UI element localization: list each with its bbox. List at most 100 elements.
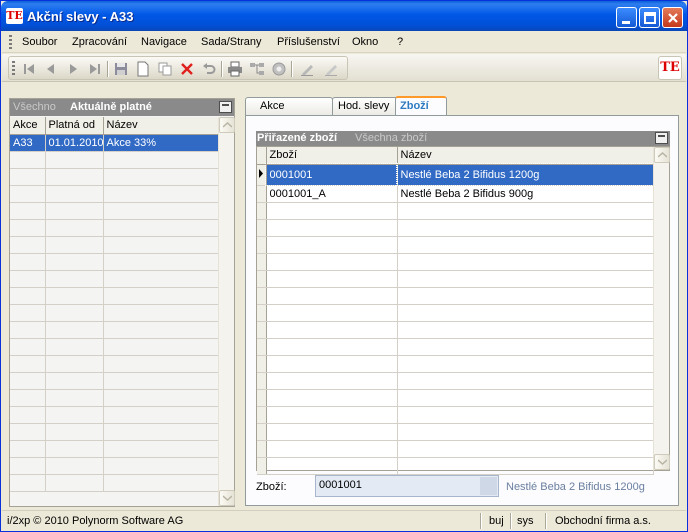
print-icon[interactable] — [227, 61, 243, 77]
empty-row — [10, 423, 219, 441]
column-header[interactable]: Akce — [10, 117, 46, 135]
maximize-button[interactable] — [639, 7, 660, 28]
table-cell — [397, 406, 654, 424]
empty-row — [10, 406, 219, 424]
table-row[interactable]: 0001001_A Nestlé Beba 2 Bifidus 900g — [257, 185, 654, 203]
filter-all-tab[interactable]: Všechno — [13, 101, 56, 113]
tab-zbozi[interactable]: Zboží — [395, 96, 447, 116]
goods-scrollbar[interactable] — [653, 147, 670, 470]
tab-hod-slevy[interactable]: Hod. slevy — [332, 97, 400, 115]
close-button[interactable] — [662, 7, 683, 28]
row-indicator — [257, 423, 267, 441]
row-indicator — [257, 440, 267, 458]
table-cell — [397, 338, 654, 356]
lookup-button[interactable] — [480, 477, 497, 495]
menu-prislusenstvi[interactable]: Příslušenství — [277, 36, 340, 48]
delete-icon[interactable] — [179, 61, 195, 77]
toolbar-grip[interactable] — [12, 61, 15, 75]
filter-current-tab[interactable]: Aktuálně platné — [70, 101, 152, 113]
table-cell — [266, 270, 398, 288]
empty-row — [257, 202, 654, 220]
table-row[interactable]: A33 01.01.2010 Akce 33% — [10, 134, 219, 152]
table-cell[interactable]: 0001001 — [265, 163, 398, 186]
table-cell — [103, 185, 219, 203]
first-icon[interactable] — [21, 61, 37, 77]
app-icon[interactable]: ТЕ — [6, 8, 23, 24]
menu-soubor[interactable]: Soubor — [22, 36, 57, 48]
row-indicator — [257, 236, 267, 254]
refresh-icon[interactable] — [271, 61, 287, 77]
tree-icon[interactable] — [249, 61, 265, 77]
table-cell[interactable]: Nestlé Beba 2 Bifidus 1200g — [396, 163, 654, 186]
empty-row — [10, 474, 219, 492]
left-scrollbar[interactable] — [218, 117, 235, 506]
table-cell — [45, 185, 104, 203]
table-cell — [103, 270, 219, 288]
table-cell[interactable]: 0001001_A — [266, 185, 398, 203]
table-cell — [397, 423, 654, 441]
menu-navigace[interactable]: Navigace — [141, 36, 187, 48]
prev-icon[interactable] — [43, 61, 59, 77]
table-cell — [266, 389, 398, 407]
scroll-up-button[interactable] — [654, 147, 670, 163]
empty-row — [10, 253, 219, 271]
row-indicator — [257, 185, 267, 203]
new-icon[interactable] — [135, 61, 151, 77]
column-header[interactable]: Název — [397, 147, 654, 165]
panel-menu-icon[interactable] — [219, 101, 232, 113]
table-cell — [397, 202, 654, 220]
table-cell — [103, 151, 219, 169]
table-header-row: Zboží Název — [257, 147, 654, 165]
row-indicator — [257, 372, 267, 390]
table-cell — [45, 389, 104, 407]
table-cell[interactable]: A33 — [10, 134, 46, 152]
menu-okno[interactable]: Okno — [352, 36, 378, 48]
table-cell — [103, 457, 219, 475]
goods-description: Nestlé Beba 2 Bifidus 1200g — [506, 481, 645, 493]
edit-off-icon[interactable] — [323, 61, 339, 77]
table-cell — [10, 151, 46, 169]
table-cell — [397, 457, 654, 475]
goods-code-field[interactable]: 0001001 — [315, 475, 499, 497]
row-indicator — [257, 287, 267, 305]
table-cell[interactable]: Akce 33% — [103, 134, 219, 152]
table-cell — [397, 270, 654, 288]
title-bar[interactable]: ТЕ Akční slevy - A33 — [1, 1, 687, 31]
goods-table: Zboží Název 0001001 Nestlé Beba 2 Bifidu… — [257, 147, 654, 475]
empty-row — [10, 457, 219, 475]
table-cell — [10, 304, 46, 322]
filter-assigned-tab[interactable]: Přiřazené zboží — [257, 132, 337, 144]
table-row[interactable]: 0001001 Nestlé Beba 2 Bifidus 1200g — [257, 163, 654, 186]
row-indicator — [257, 457, 267, 475]
menu-grip[interactable] — [9, 35, 12, 49]
tab-akce[interactable]: Akce — [245, 97, 333, 115]
column-header[interactable]: Zboží — [266, 147, 398, 165]
last-icon[interactable] — [87, 61, 103, 77]
column-header[interactable]: Platná od — [45, 117, 104, 135]
table-cell — [103, 372, 219, 390]
table-cell — [10, 406, 46, 424]
copy-icon[interactable] — [157, 61, 173, 77]
scroll-down-button[interactable] — [654, 454, 670, 470]
menu-help[interactable]: ? — [397, 36, 403, 48]
menu-zpracovani[interactable]: Zpracování — [72, 36, 127, 48]
scroll-up-button[interactable] — [219, 117, 235, 133]
next-icon[interactable] — [65, 61, 81, 77]
minimize-button[interactable] — [616, 7, 637, 28]
empty-row — [257, 287, 654, 305]
filter-all-goods-tab[interactable]: Všechna zboží — [355, 132, 427, 144]
edit-icon[interactable] — [299, 61, 315, 77]
undo-icon[interactable] — [201, 61, 217, 77]
save-icon[interactable] — [113, 61, 129, 77]
table-cell[interactable]: 01.01.2010 — [45, 134, 104, 152]
scroll-down-button[interactable] — [219, 490, 235, 506]
panel-menu-icon[interactable] — [655, 132, 668, 144]
status-bar: i/2xp © 2010 Polynorm Software AG buj sy… — [2, 510, 686, 531]
menu-sada-strany[interactable]: Sada/Strany — [201, 36, 262, 48]
table-cell[interactable]: Nestlé Beba 2 Bifidus 900g — [397, 185, 654, 203]
table-cell — [10, 423, 46, 441]
table-cell — [397, 389, 654, 407]
table-cell — [10, 457, 46, 475]
table-cell — [103, 440, 219, 458]
column-header[interactable]: Název — [103, 117, 219, 135]
